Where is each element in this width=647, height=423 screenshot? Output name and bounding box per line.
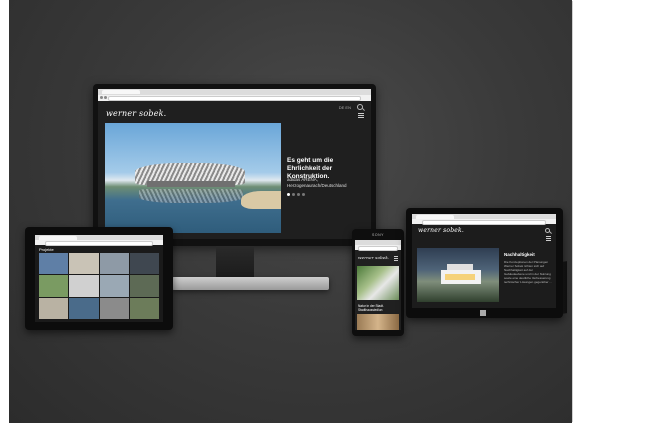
- slider-dot[interactable]: [292, 193, 295, 196]
- forward-icon[interactable]: [104, 96, 107, 99]
- tablet-screen: Projekte: [35, 235, 163, 322]
- project-thumbnail[interactable]: [39, 253, 69, 275]
- project-thumbnail[interactable]: [69, 275, 99, 297]
- browser-chrome: [355, 240, 401, 251]
- project-thumbnail[interactable]: [129, 253, 159, 275]
- project-thumbnail[interactable]: [99, 275, 129, 297]
- browser-toolbar: [412, 219, 556, 225]
- smartphone: SONY werner sobek. Natur in der Stadt. S…: [352, 229, 404, 336]
- browser-toolbar: [355, 245, 401, 251]
- slider-dots: [287, 193, 305, 196]
- browser-tab[interactable]: [102, 90, 140, 94]
- browser-chrome: [35, 235, 163, 246]
- monitor-stand-base: [172, 277, 329, 290]
- site-logo[interactable]: werner sobek.: [358, 255, 390, 260]
- browser-toolbar: [98, 95, 371, 101]
- hamburger-menu-icon[interactable]: [394, 256, 398, 261]
- project-thumbnail[interactable]: [129, 275, 159, 297]
- search-icon[interactable]: [357, 104, 363, 110]
- phone-screen: werner sobek. Natur in der Stadt. Stadth…: [355, 240, 401, 330]
- project-thumbnail-grid: [39, 253, 159, 319]
- project-thumbnail[interactable]: [129, 297, 159, 319]
- surface-tablet: werner sobek. Nachhaltigkeit Die Konzept…: [406, 208, 563, 318]
- windows-logo-icon[interactable]: [480, 310, 486, 316]
- project-thumbnail[interactable]: [39, 297, 69, 319]
- green-facade-image: [357, 266, 399, 300]
- project-thumbnail[interactable]: [69, 253, 99, 275]
- page-side-panel: [572, 1, 647, 422]
- browser-toolbar: [35, 240, 163, 246]
- language-switch[interactable]: DE EN: [339, 105, 351, 110]
- monitor-stand-neck: [216, 246, 254, 280]
- house-window-shape: [445, 274, 475, 280]
- desktop-monitor: werner sobek. DE EN Es geht um die Ehrli…: [93, 84, 376, 246]
- address-bar[interactable]: [45, 241, 153, 246]
- project-thumbnail[interactable]: [69, 297, 99, 319]
- modern-house-image: [417, 248, 499, 302]
- project-thumbnail[interactable]: [99, 253, 129, 275]
- hero-image-adidas-arena: [105, 123, 281, 233]
- surface-screen: werner sobek. Nachhaltigkeit Die Konzept…: [412, 214, 556, 308]
- sustainability-body: Die Konzeptionen der Planungen Werner So…: [504, 260, 552, 284]
- browser-chrome: [98, 89, 371, 101]
- slider-dot[interactable]: [297, 193, 300, 196]
- browser-chrome: [412, 214, 556, 225]
- site-logo[interactable]: werner sobek.: [106, 109, 166, 118]
- sustainability-heading: Nachhaltigkeit: [504, 252, 535, 257]
- hero-caption: adidas ARENA, Herzogenaurach/Deutschland: [287, 177, 347, 188]
- wood-interior-image: [357, 314, 399, 330]
- search-icon[interactable]: [545, 228, 550, 233]
- slider-dot[interactable]: [302, 193, 305, 196]
- monitor-screen: werner sobek. DE EN Es geht um die Ehrli…: [98, 89, 371, 239]
- address-bar[interactable]: [422, 220, 546, 225]
- back-icon[interactable]: [100, 96, 103, 99]
- water-reflection-shape: [139, 189, 243, 203]
- tablet-landscape: Projekte: [25, 227, 173, 330]
- phone-brand-label: SONY: [372, 233, 384, 237]
- address-bar[interactable]: [108, 96, 361, 101]
- slider-dot-active[interactable]: [287, 193, 290, 196]
- stadium-base-shape: [147, 181, 235, 187]
- address-bar[interactable]: [358, 246, 398, 251]
- projects-heading: Projekte: [39, 247, 54, 252]
- phone-headline: Natur in der Stadt. Stadthaussiedlun: [358, 304, 384, 312]
- sand-shore-shape: [241, 191, 281, 209]
- site-logo[interactable]: werner sobek.: [418, 227, 464, 234]
- device-showcase-stage: werner sobek. DE EN Es geht um die Ehrli…: [9, 0, 572, 423]
- project-thumbnail[interactable]: [39, 275, 69, 297]
- hamburger-menu-icon[interactable]: [358, 113, 364, 118]
- project-thumbnail[interactable]: [99, 297, 129, 319]
- hamburger-menu-icon[interactable]: [546, 236, 551, 241]
